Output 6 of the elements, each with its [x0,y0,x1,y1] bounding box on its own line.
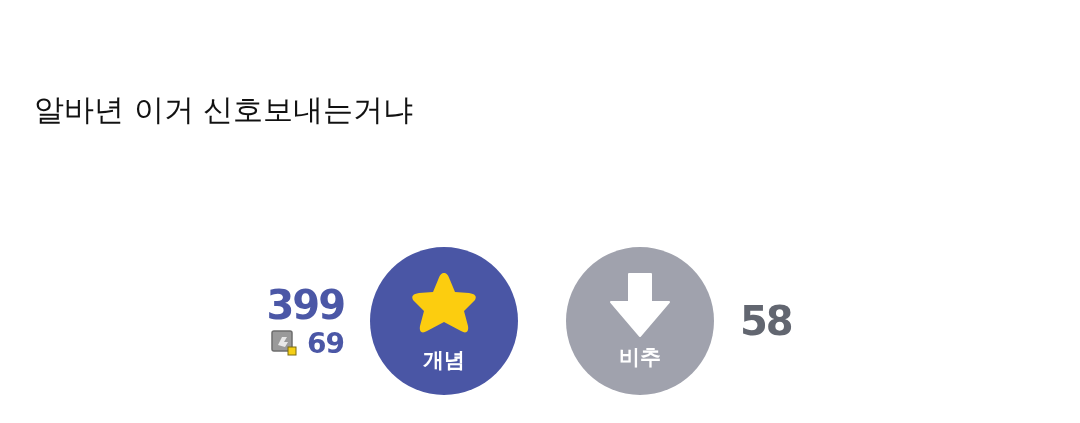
recommend-button[interactable]: 개념 [370,247,518,395]
down-arrow-icon [609,272,671,338]
fixed-recommend-count: 69 [307,326,344,360]
recommend-count: 399 [266,282,344,327]
not-recommend-count: 58 [740,299,792,343]
post-text: 알바년 이거 신호보내는거냐 [34,91,415,129]
